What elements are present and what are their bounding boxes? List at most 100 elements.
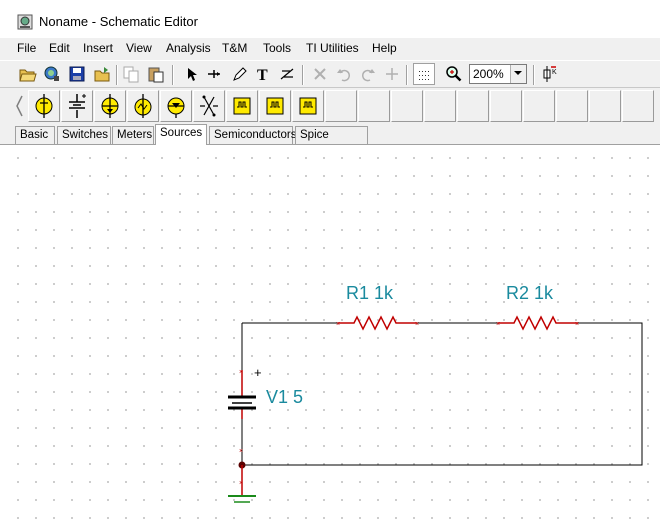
component-palette	[0, 88, 660, 124]
empty-slot	[490, 90, 522, 122]
tab-meters[interactable]: Meters	[112, 126, 154, 144]
library-icon	[44, 66, 59, 81]
tab-semiconductors[interactable]: Semiconductors	[209, 126, 296, 144]
dc-voltage-source-button[interactable]	[28, 90, 60, 122]
battery-button[interactable]	[61, 90, 93, 122]
pen-icon	[233, 67, 247, 81]
svg-text:×: ×	[415, 321, 419, 328]
save-button[interactable]	[66, 63, 88, 85]
select-arrow-icon	[188, 68, 197, 81]
wire-button[interactable]	[203, 63, 225, 85]
current-source-button[interactable]	[94, 90, 126, 122]
label-button[interactable]	[277, 63, 299, 85]
empty-slot	[424, 90, 456, 122]
grid-icon	[419, 71, 429, 80]
zoom-button[interactable]	[443, 63, 465, 85]
empty-slot	[523, 90, 555, 122]
open-button[interactable]	[17, 63, 39, 85]
svg-text:K: K	[552, 69, 557, 76]
empty-slot	[457, 90, 489, 122]
zoom-icon	[446, 66, 462, 82]
redo-button[interactable]	[357, 63, 379, 85]
wire-icon	[208, 70, 220, 78]
ground-symbol[interactable]: ×	[228, 465, 256, 503]
component-icon: K	[543, 66, 557, 82]
chevron-down-icon[interactable]	[510, 65, 526, 83]
paste-icon	[148, 67, 164, 83]
pen-button[interactable]	[228, 63, 250, 85]
tab-sources[interactable]: Sources	[155, 124, 207, 145]
menu-bar: File Edit Insert View Analysis T&M Tools…	[0, 38, 660, 60]
current-source-icon	[101, 94, 119, 118]
delete-button[interactable]	[309, 63, 331, 85]
title-bar: Noname - Schematic Editor	[0, 0, 660, 38]
empty-slot	[391, 90, 423, 122]
svg-text:×: ×	[239, 369, 243, 376]
copy-icon	[123, 66, 139, 83]
empty-slot	[556, 90, 588, 122]
scroll-left-icon[interactable]	[14, 94, 24, 118]
svg-text:×: ×	[575, 321, 579, 328]
zoom-value: 200%	[473, 67, 504, 81]
text-icon: T	[257, 67, 268, 83]
menu-help[interactable]: Help	[372, 41, 397, 55]
zoom-select[interactable]: 200%	[469, 64, 527, 84]
empty-slot	[358, 90, 390, 122]
open-folder-icon	[94, 67, 110, 82]
current-generator-icon	[167, 97, 185, 118]
text-button[interactable]: T	[252, 63, 274, 85]
plus-sign: +	[254, 365, 262, 380]
empty-slot	[325, 90, 357, 122]
copy-button[interactable]	[120, 63, 142, 85]
paste-button[interactable]	[145, 63, 167, 85]
resistor-r1[interactable]: × ×	[336, 315, 419, 331]
macro-source-1-button[interactable]	[226, 90, 258, 122]
undo-icon	[337, 69, 351, 82]
schematic-canvas[interactable]: × × × × × × × R1 1k R2 1k V1 5 +	[14, 145, 660, 527]
menu-view[interactable]: View	[126, 41, 152, 55]
macro-source-icon	[266, 97, 284, 115]
menu-ti-utilities[interactable]: TI Utilities	[306, 41, 359, 55]
r2-label: R2 1k	[506, 283, 554, 303]
macro-source-icon	[299, 97, 317, 115]
save-icon	[69, 66, 85, 82]
menu-file[interactable]: File	[17, 41, 36, 55]
window-title: Noname - Schematic Editor	[39, 14, 198, 29]
current-generator-button[interactable]	[160, 90, 192, 122]
circuit-diagram: × × × × × × ×	[228, 315, 643, 503]
resistor-r2[interactable]: × ×	[496, 315, 579, 331]
app-icon	[17, 14, 33, 30]
delete-icon	[314, 68, 326, 80]
tab-basic[interactable]: Basic	[15, 126, 55, 144]
menu-tm[interactable]: T&M	[222, 41, 247, 55]
menu-edit[interactable]: Edit	[49, 41, 70, 55]
macro-source-2-button[interactable]	[259, 90, 291, 122]
macro-source-icon	[233, 97, 251, 115]
library-button[interactable]	[41, 63, 63, 85]
tab-spice-macros[interactable]: Spice Macros	[295, 126, 368, 157]
crosshair-button[interactable]	[381, 63, 403, 85]
menu-insert[interactable]: Insert	[83, 41, 113, 55]
battery-icon	[69, 94, 86, 118]
crosshair-icon	[386, 68, 398, 80]
undo-button[interactable]	[333, 63, 355, 85]
voltage-generator-icon	[134, 94, 152, 118]
controlled-source-icon	[200, 95, 218, 117]
menu-tools[interactable]: Tools	[263, 41, 291, 55]
grid-button[interactable]	[413, 63, 435, 85]
canvas-left-edge	[0, 145, 15, 527]
svg-text:×: ×	[496, 321, 500, 328]
svg-text:×: ×	[336, 321, 340, 328]
select-button[interactable]	[180, 63, 202, 85]
voltage-generator-button[interactable]	[127, 90, 159, 122]
tab-switches[interactable]: Switches	[57, 126, 111, 144]
menu-analysis[interactable]: Analysis	[166, 41, 211, 55]
empty-slot	[589, 90, 621, 122]
macro-source-3-button[interactable]	[292, 90, 324, 122]
r1-label: R1 1k	[346, 283, 394, 303]
v1-label: V1 5	[266, 387, 304, 407]
component-button[interactable]: K	[538, 63, 560, 85]
redo-icon	[361, 69, 375, 82]
open-folder-button[interactable]	[91, 63, 113, 85]
controlled-source-button[interactable]	[193, 90, 225, 122]
